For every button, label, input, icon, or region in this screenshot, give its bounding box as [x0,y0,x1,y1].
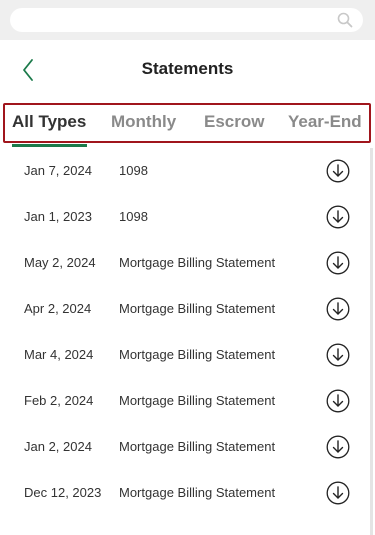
statement-type: 1098 [119,209,148,224]
page-header: Statements [0,40,375,100]
statement-row[interactable]: Jan 7, 2024 1098 [0,148,366,194]
statement-row[interactable]: May 2, 2024 Mortgage Billing Statement [0,240,366,286]
statement-type: 1098 [119,163,148,178]
search-icon[interactable] [337,12,353,28]
statement-type: Mortgage Billing Statement [119,301,276,316]
tab-monthly[interactable]: Monthly [111,112,176,132]
tab-all-types[interactable]: All Types [12,112,86,132]
download-icon[interactable] [326,481,350,505]
statement-date: Dec 12, 2023 [24,485,102,500]
download-icon[interactable] [326,435,350,459]
statement-date: Jan 1, 2023 [24,209,92,224]
scrollbar[interactable] [370,148,373,535]
statement-type: Mortgage Billing Statement [119,439,276,454]
statement-row[interactable]: Apr 2, 2024 Mortgage Billing Statement [0,286,366,332]
tab-year-end[interactable]: Year-End [288,112,362,132]
statement-type: Mortgage Billing Statement [119,255,276,270]
statement-row[interactable]: Mar 4, 2024 Mortgage Billing Statement [0,332,366,378]
statement-type: Mortgage Billing Statement [119,347,276,362]
tab-escrow[interactable]: Escrow [204,112,264,132]
statement-date: Apr 2, 2024 [24,301,92,316]
download-icon[interactable] [326,159,350,183]
download-icon[interactable] [326,251,350,275]
statement-type-tabs: All Types Monthly Escrow Year-End [3,103,371,143]
statement-date: Jan 2, 2024 [24,439,92,454]
statement-date: Mar 4, 2024 [24,347,94,362]
statement-date: Jan 7, 2024 [24,163,92,178]
page-title: Statements [141,59,234,78]
statement-date: Feb 2, 2024 [24,393,94,408]
statement-type: Mortgage Billing Statement [119,393,276,408]
statement-date: May 2, 2024 [24,255,96,270]
download-icon[interactable] [326,343,350,367]
statement-row[interactable]: Jan 2, 2024 Mortgage Billing Statement [0,424,366,470]
statement-row[interactable]: Feb 2, 2024 Mortgage Billing Statement [0,378,366,424]
statement-row[interactable]: Jan 1, 2023 1098 [0,194,366,240]
download-icon[interactable] [326,297,350,321]
search-input[interactable] [10,8,363,32]
active-tab-indicator [12,144,87,147]
top-bar [0,0,375,40]
download-icon[interactable] [326,389,350,413]
statement-type: Mortgage Billing Statement [119,485,276,500]
statement-row[interactable]: Dec 12, 2023 Mortgage Billing Statement [0,470,366,516]
download-icon[interactable] [326,205,350,229]
